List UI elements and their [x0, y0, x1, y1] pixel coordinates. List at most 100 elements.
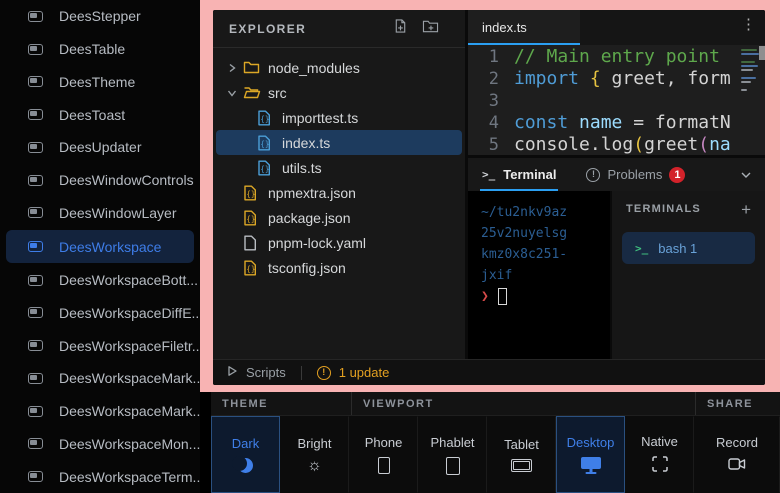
component-icon	[28, 207, 43, 218]
sidebar-item-deesstepper[interactable]: DeesStepper	[0, 0, 200, 33]
terminal-list-item-bash1[interactable]: >_ bash 1	[622, 232, 755, 264]
terminal-prompt-line: ❯	[481, 286, 610, 307]
desktop-icon	[581, 457, 601, 469]
theme-dark-button[interactable]: Dark	[211, 416, 280, 493]
sidebar-item-deesupdater[interactable]: DeesUpdater	[0, 131, 200, 164]
new-file-icon[interactable]	[393, 18, 408, 39]
file-tree: node_modules src {} importtest.ts {}	[213, 48, 465, 359]
button-label: Bright	[298, 436, 332, 451]
sidebar-item-deesworkspacemark1[interactable]: DeesWorkspaceMark...	[0, 362, 200, 395]
problems-count-badge: 1	[669, 167, 685, 183]
sidebar-item-deesworkspacediffeditor[interactable]: DeesWorkspaceDiffE...	[0, 297, 200, 330]
sidebar-item-deestable[interactable]: DeesTable	[0, 33, 200, 66]
new-folder-icon[interactable]	[422, 19, 439, 39]
tree-row-src[interactable]: src	[213, 80, 465, 105]
update-label: 1 update	[339, 365, 390, 380]
share-record-button[interactable]: Record	[694, 416, 780, 493]
file-name: tsconfig.json	[268, 260, 346, 276]
tree-row-tsconfig[interactable]: {} tsconfig.json	[213, 255, 465, 280]
component-sidebar: DeesStepper DeesTable DeesTheme DeesToas…	[0, 0, 200, 493]
json-file-icon: {}	[243, 260, 262, 276]
ts-file-icon: {}	[257, 135, 276, 151]
terminal-output[interactable]: ~/tu2nkv9az 25v2nuyelsg kmz0x8c251- jxif…	[468, 191, 610, 359]
line-number: 1	[468, 46, 514, 68]
sidebar-item-deeswindowcontrols[interactable]: DeesWindowControls	[0, 164, 200, 197]
tree-row-utils[interactable]: {} utils.ts	[213, 155, 465, 180]
tablet-icon	[511, 459, 532, 472]
terminal-line: jxif	[481, 265, 610, 286]
kebab-menu-icon[interactable]: ⋮	[741, 17, 756, 32]
prompt-arrow-icon: ❯	[481, 286, 489, 307]
svg-text:{}: {}	[260, 139, 269, 148]
component-icon	[28, 307, 43, 318]
ts-file-icon: {}	[257, 160, 276, 176]
component-icon	[28, 340, 43, 351]
toolbar-buttons: Dark Bright ☼ Phone Phablet Tablet	[211, 416, 780, 493]
update-button[interactable]: ! 1 update	[317, 365, 390, 380]
code-token: import	[514, 68, 579, 90]
terminal-icon: >_	[635, 242, 648, 255]
viewport-desktop-button[interactable]: Desktop	[556, 416, 625, 493]
section-viewport-label: VIEWPORT	[352, 392, 696, 415]
sidebar-item-deesworkspacemonaco[interactable]: DeesWorkspaceMon...	[0, 428, 200, 461]
code-token: // Main entry point	[514, 46, 720, 68]
code-token: {	[590, 68, 601, 90]
sidebar-item-deesworkspacebottombar[interactable]: DeesWorkspaceBott...	[0, 264, 200, 297]
button-label: Desktop	[567, 435, 615, 450]
code-line: 1 // Main entry point	[468, 46, 765, 68]
sidebar-item-deestoast[interactable]: DeesToast	[0, 98, 200, 131]
workspace-main: EXPLORER node_modules	[213, 10, 765, 359]
code-token	[568, 112, 579, 134]
chevron-down-icon[interactable]	[739, 168, 753, 182]
code-token: name	[579, 112, 622, 134]
svg-text:{}: {}	[260, 164, 269, 173]
file-name: npmextra.json	[268, 185, 356, 201]
minimap-slider[interactable]	[759, 46, 765, 60]
viewport-native-button[interactable]: Native	[625, 416, 694, 493]
minimap-line	[741, 69, 753, 71]
component-icon	[28, 142, 43, 153]
add-terminal-icon[interactable]: +	[741, 201, 751, 218]
tree-row-importtest[interactable]: {} importtest.ts	[213, 105, 465, 130]
viewport-phablet-button[interactable]: Phablet	[418, 416, 487, 493]
viewport-tablet-button[interactable]: Tablet	[487, 416, 556, 493]
minimap-line	[741, 61, 755, 63]
component-icon	[28, 76, 43, 87]
sidebar-item-deesworkspacefiletree[interactable]: DeesWorkspaceFiletr...	[0, 329, 200, 362]
button-label: Phablet	[430, 435, 474, 450]
tree-row-package[interactable]: {} package.json	[213, 205, 465, 230]
sidebar-item-deesworkspaceterminal[interactable]: DeesWorkspaceTerm...	[0, 460, 200, 493]
tree-row-npmextra[interactable]: {} npmextra.json	[213, 180, 465, 205]
statusbar-divider	[301, 366, 302, 380]
tab-terminal[interactable]: >_ Terminal	[480, 158, 558, 191]
scripts-button[interactable]: Scripts	[226, 365, 286, 380]
editor-tabbar: index.ts ⋮	[468, 10, 765, 45]
minimap[interactable]	[739, 45, 765, 155]
file-name: pnpm-lock.yaml	[268, 235, 366, 251]
code-token	[579, 68, 590, 90]
sidebar-item-deeswindowlayer[interactable]: DeesWindowLayer	[0, 196, 200, 229]
code-token: na	[709, 134, 731, 155]
tab-label: Problems	[607, 167, 662, 182]
code-area[interactable]: 1 // Main entry point 2 import { greet, …	[468, 45, 765, 155]
component-icon	[28, 44, 43, 55]
line-number: 4	[468, 112, 514, 134]
sidebar-item-deestheme[interactable]: DeesTheme	[0, 65, 200, 98]
theme-bright-button[interactable]: Bright ☼	[280, 416, 349, 493]
sidebar-item-deesworkspacemark2[interactable]: DeesWorkspaceMark...	[0, 395, 200, 428]
ts-file-icon: {}	[257, 110, 276, 126]
preview-region: EXPLORER node_modules	[200, 0, 780, 493]
sidebar-item-deesworkspace[interactable]: DeesWorkspace	[6, 230, 194, 263]
tree-row-index-selected[interactable]: {} index.ts	[216, 130, 462, 155]
moon-icon	[238, 458, 253, 473]
tab-problems[interactable]: ! Problems 1	[586, 167, 685, 183]
tab-index-ts[interactable]: index.ts	[468, 10, 580, 45]
file-name: src	[268, 85, 287, 101]
workspace-demo: EXPLORER node_modules	[213, 10, 765, 385]
tree-row-pnpm-lock[interactable]: pnpm-lock.yaml	[213, 230, 465, 255]
code-token: greet	[644, 134, 698, 155]
tree-row-node-modules[interactable]: node_modules	[213, 55, 465, 80]
sidebar-item-label: DeesTheme	[59, 74, 135, 90]
sidebar-item-label: DeesWorkspaceBott...	[59, 272, 198, 288]
viewport-phone-button[interactable]: Phone	[349, 416, 418, 493]
